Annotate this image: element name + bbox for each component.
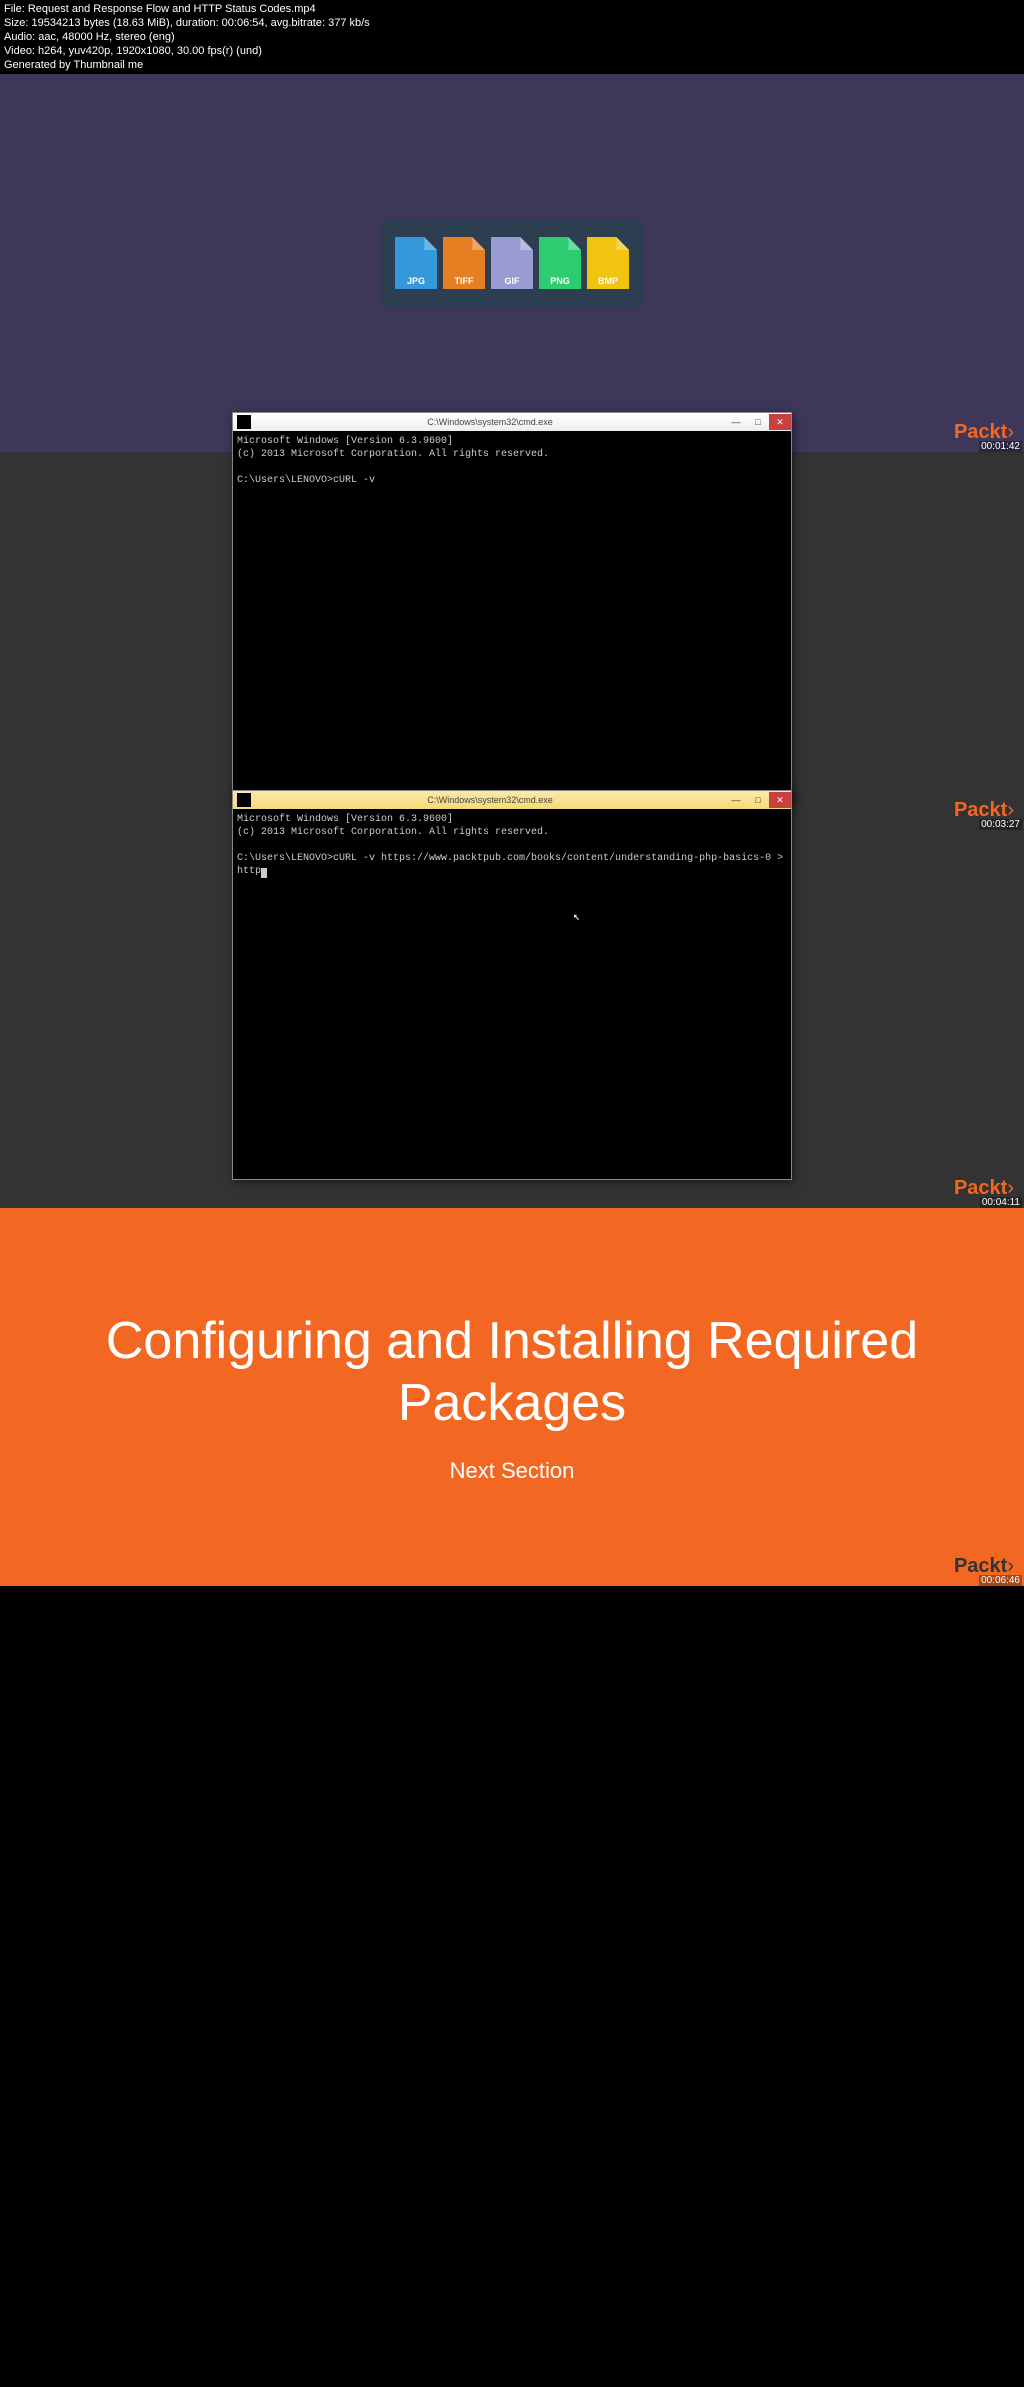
close-button[interactable]: ✕ xyxy=(769,792,791,808)
cmd-title: C:\Windows\system32\cmd.exe xyxy=(255,417,725,427)
close-button[interactable]: ✕ xyxy=(769,414,791,430)
timestamp-label: 00:01:42 xyxy=(979,441,1022,452)
text-cursor xyxy=(261,868,267,878)
meta-generated: Generated by Thumbnail me xyxy=(4,58,1020,72)
tiff-file-icon: TIFF xyxy=(443,237,485,289)
cmd-icon xyxy=(237,793,251,807)
window-controls: — □ ✕ xyxy=(725,792,791,808)
cmd-window: C:\Windows\system32\cmd.exe — □ ✕ Micros… xyxy=(232,790,792,1180)
minimize-button[interactable]: — xyxy=(725,792,747,808)
minimize-button[interactable]: — xyxy=(725,414,747,430)
meta-file: File: Request and Response Flow and HTTP… xyxy=(4,2,1020,16)
cmd-body[interactable]: Microsoft Windows [Version 6.3.9600] (c)… xyxy=(233,431,791,801)
section-title: Configuring and Installing Required Pack… xyxy=(0,1310,1024,1435)
section-subtitle: Next Section xyxy=(450,1458,575,1484)
thumbnail-frame-2: C:\Windows\system32\cmd.exe — □ ✕ Micros… xyxy=(0,452,1024,830)
cmd-body[interactable]: Microsoft Windows [Version 6.3.9600] (c)… xyxy=(233,809,791,1179)
cmd-icon xyxy=(237,415,251,429)
meta-video: Video: h264, yuv420p, 1920x1080, 30.00 f… xyxy=(4,44,1020,58)
timestamp-label: 00:04:11 xyxy=(980,1197,1022,1208)
meta-audio: Audio: aac, 48000 Hz, stereo (eng) xyxy=(4,30,1020,44)
bmp-file-icon: BMP xyxy=(587,237,629,289)
thumbnail-frame-3: C:\Windows\system32\cmd.exe — □ ✕ Micros… xyxy=(0,830,1024,1208)
jpg-file-icon: JPG xyxy=(395,237,437,289)
maximize-button[interactable]: □ xyxy=(747,414,769,430)
maximize-button[interactable]: □ xyxy=(747,792,769,808)
cmd-titlebar: C:\Windows\system32\cmd.exe — □ ✕ xyxy=(233,413,791,431)
thumbnail-frame-1: JPG TIFF GIF PNG BMP Packt› 00:01:42 xyxy=(0,74,1024,452)
cmd-title: C:\Windows\system32\cmd.exe xyxy=(255,795,725,805)
gif-file-icon: GIF xyxy=(491,237,533,289)
mouse-cursor-icon: ↖ xyxy=(573,911,580,924)
window-controls: — □ ✕ xyxy=(725,414,791,430)
thumbnail-frame-4: Configuring and Installing Required Pack… xyxy=(0,1208,1024,1586)
metadata-header: File: Request and Response Flow and HTTP… xyxy=(0,0,1024,74)
png-file-icon: PNG xyxy=(539,237,581,289)
cmd-window: C:\Windows\system32\cmd.exe — □ ✕ Micros… xyxy=(232,412,792,802)
timestamp-label: 00:06:46 xyxy=(979,1575,1022,1586)
timestamp-label: 00:03:27 xyxy=(979,819,1022,830)
meta-size: Size: 19534213 bytes (18.63 MiB), durati… xyxy=(4,16,1020,30)
file-type-icons-panel: JPG TIFF GIF PNG BMP xyxy=(381,219,643,307)
cmd-titlebar: C:\Windows\system32\cmd.exe — □ ✕ xyxy=(233,791,791,809)
